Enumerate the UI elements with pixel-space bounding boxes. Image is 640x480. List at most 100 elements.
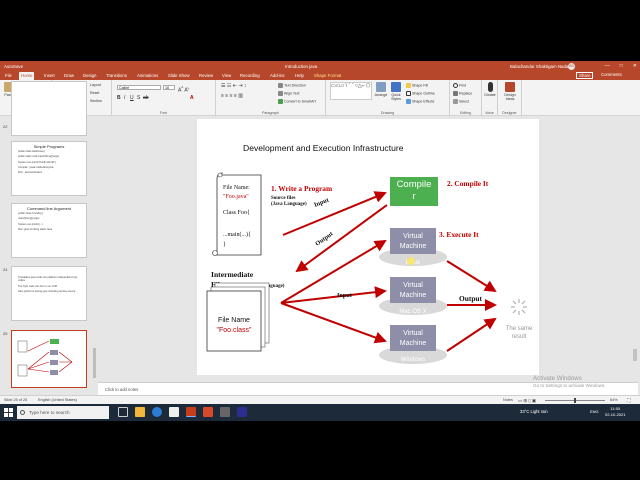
- input-language[interactable]: ENG: [590, 409, 599, 414]
- vm-label: Virtual: [403, 330, 423, 337]
- comments-button[interactable]: Comments: [601, 72, 622, 77]
- vm-linux[interactable]: Virtual Machine Linux: [379, 228, 447, 266]
- class-file-name-value: "Foo.class": [217, 327, 252, 334]
- weather-widget[interactable]: 33°C Light rain: [520, 409, 548, 414]
- app-icon[interactable]: [237, 407, 247, 417]
- tab-insert[interactable]: Insert: [42, 72, 57, 79]
- chrome-icon[interactable]: [169, 407, 179, 417]
- thumbnail-text: Run : java HelloJava: [18, 171, 42, 175]
- arrange-button[interactable]: Arrange: [374, 82, 388, 97]
- strikethrough-icon[interactable]: ab: [143, 95, 149, 101]
- tab-home[interactable]: Home: [19, 72, 35, 80]
- tab-design[interactable]: Design: [81, 72, 98, 79]
- shape-effects-button[interactable]: Shape Effects: [406, 99, 434, 104]
- slide-title[interactable]: Development and Execution Infrastructure: [243, 143, 404, 153]
- thumbnail-scrollbar[interactable]: [93, 118, 96, 393]
- font-size-box[interactable]: 18: [163, 85, 175, 90]
- vm-label: Virtual: [403, 282, 423, 289]
- zoom-level[interactable]: 64%: [610, 398, 618, 402]
- replace-button[interactable]: Replace: [453, 91, 472, 96]
- thumbnail-scroll-thumb[interactable]: [93, 348, 96, 378]
- compiler-box[interactable]: Compile r: [390, 177, 438, 206]
- class-file-stack[interactable]: File Name "Foo.class": [206, 282, 270, 352]
- slide-counter: Slide 25 of 25: [4, 398, 28, 402]
- document-title: Introduction java: [285, 63, 318, 69]
- tab-recording[interactable]: Recording: [238, 72, 262, 79]
- font-name-box[interactable]: Calibri: [117, 85, 161, 90]
- minimize-button[interactable]: —: [605, 61, 610, 71]
- app-icon[interactable]: [220, 407, 230, 417]
- shape-outline-button[interactable]: Shape Outline: [406, 91, 435, 96]
- tab-add-ins[interactable]: Add-ins: [268, 72, 287, 79]
- shapes-gallery[interactable]: ▭▭▱ \ ⌒ ○△⌐ ⬠ ▷{ }☆ ↺⇒⇨: [330, 82, 372, 100]
- tab-review[interactable]: Review: [197, 72, 215, 79]
- bullets-icon[interactable]: ☰ ☷ ⇤ ⇥ ↕: [221, 83, 246, 89]
- tab-shape-format[interactable]: Shape Format: [312, 72, 343, 79]
- font-color-icon[interactable]: A: [190, 95, 194, 101]
- close-button[interactable]: ✕: [633, 61, 637, 71]
- slide-thumbnail[interactable]: Command line Argument public class CmdAr…: [11, 203, 87, 258]
- italic-icon[interactable]: I: [124, 95, 125, 101]
- language-status[interactable]: English (United States): [38, 398, 77, 402]
- edge-icon[interactable]: [152, 407, 162, 417]
- task-view-icon[interactable]: [118, 407, 128, 417]
- select-button[interactable]: Select: [453, 99, 469, 104]
- tab-animations[interactable]: Animations: [135, 72, 160, 79]
- app-icon[interactable]: [203, 407, 213, 417]
- os-label-windows: Windows: [401, 357, 425, 363]
- taskbar-search-box[interactable]: Type here to search: [17, 406, 109, 419]
- output-label-right: Output: [459, 294, 483, 303]
- tab-draw[interactable]: Draw: [62, 72, 76, 79]
- align-text-button[interactable]: Align Text: [278, 91, 300, 96]
- file-explorer-icon[interactable]: [135, 407, 145, 417]
- align-text-icon: [278, 91, 283, 96]
- notes-toggle[interactable]: Notes: [503, 398, 513, 402]
- layout-button[interactable]: Layout: [90, 83, 101, 87]
- thumbnail-text: Run: java CmdArg Hello Java: [18, 227, 53, 231]
- dictate-button[interactable]: Dictate: [483, 82, 497, 97]
- tab-file[interactable]: File: [3, 72, 14, 79]
- shadow-icon[interactable]: S: [137, 95, 140, 101]
- tab-help[interactable]: Help: [293, 72, 306, 79]
- grow-font-icon[interactable]: Aᴬ Aᵥ: [178, 85, 189, 94]
- slide-thumbnail-selected[interactable]: [11, 330, 87, 388]
- autosave-toggle[interactable]: AutoSave: [4, 64, 23, 69]
- tab-slide-show[interactable]: Slide Show: [166, 72, 192, 79]
- system-clock[interactable]: 11:55 02-10-2021: [605, 406, 625, 418]
- source-file-scroll[interactable]: File Name: "Foo.java" Class Foo{ ...main…: [212, 172, 262, 256]
- restore-button[interactable]: □: [620, 61, 623, 71]
- convert-smartart-button[interactable]: Convert to SmartArt: [278, 99, 316, 104]
- windows-taskbar: Type here to search 33°C Light rain ENG …: [0, 404, 640, 421]
- slide-canvas[interactable]: Development and Execution Infrastructure…: [197, 119, 539, 375]
- shape-fill-button[interactable]: Shape Fill: [406, 83, 428, 88]
- tab-view[interactable]: View: [220, 72, 233, 79]
- find-button[interactable]: Find: [453, 83, 466, 88]
- editor-scroll-thumb[interactable]: [633, 349, 637, 361]
- editor-scrollbar[interactable]: [632, 119, 638, 379]
- bold-icon[interactable]: B: [117, 95, 121, 101]
- underline-icon[interactable]: U: [130, 95, 134, 101]
- bottom-letterbox: [0, 421, 640, 480]
- share-button[interactable]: Share: [576, 72, 594, 79]
- slide-thumbnail[interactable]: Translates java code into platform indep…: [11, 266, 87, 321]
- powerpoint-window: AutoSave Introduction java Balachandar S…: [0, 0, 640, 480]
- ribbon-tabs: File Home Insert Draw Design Transitions…: [0, 71, 640, 80]
- zoom-slider-thumb[interactable]: [574, 398, 576, 403]
- avatar[interactable]: BS: [568, 62, 575, 70]
- notes-placeholder[interactable]: Click to add notes: [105, 387, 138, 392]
- align-icon[interactable]: ≡ ≡ ≡ ≡ ▥: [221, 93, 243, 99]
- paragraph-group-label: Paragraph: [262, 111, 279, 115]
- quick-styles-button[interactable]: Quick Styles: [389, 82, 403, 101]
- design-ideas-button[interactable]: Design Ideas: [500, 82, 520, 101]
- reset-button[interactable]: Reset: [90, 91, 99, 95]
- tab-transitions[interactable]: Transitions: [104, 72, 129, 79]
- output-arrow-linux: [446, 260, 497, 293]
- slide-thumbnail[interactable]: Simple Programs public class HelloJava {…: [11, 141, 87, 196]
- slide-thumbnail[interactable]: [11, 81, 87, 136]
- vm-windows[interactable]: Virtual Machine Windows: [379, 325, 447, 364]
- vm-macos[interactable]: Virtual Machine Mac OS X: [379, 277, 447, 315]
- section-button[interactable]: Section: [90, 99, 102, 103]
- powerpoint-taskbar-icon[interactable]: [186, 407, 196, 417]
- windows-start-icon[interactable]: [4, 408, 13, 417]
- text-direction-button[interactable]: Text Direction: [278, 83, 306, 88]
